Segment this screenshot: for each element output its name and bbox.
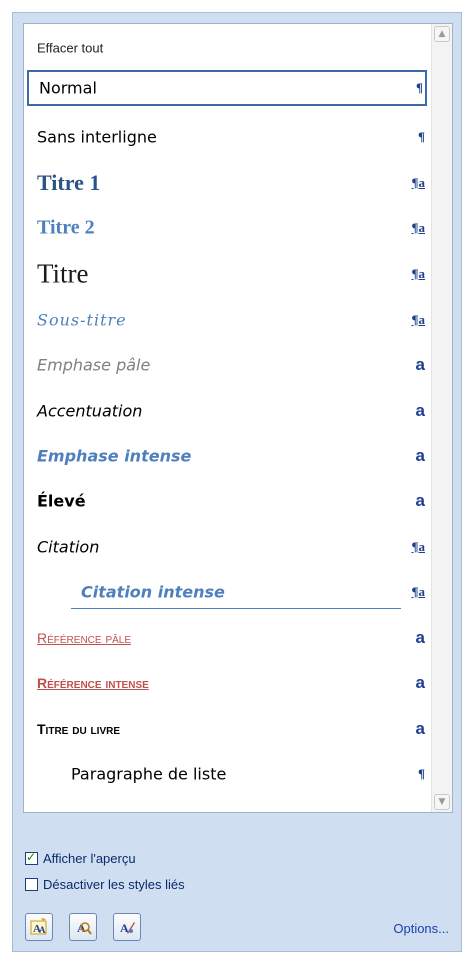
style-label: Sous-titre (37, 310, 127, 330)
style-label: Titre du livre (37, 721, 121, 737)
style-label: Paragraphe de liste (71, 764, 227, 784)
show-preview-option[interactable]: ✓ Afficher l'aperçu (25, 850, 136, 866)
svg-text:A: A (39, 925, 46, 935)
linked-style-icon: ¶a (411, 539, 425, 554)
style-label: Titre 1 (37, 170, 101, 195)
character-style-icon: a (415, 446, 425, 465)
style-item-citation-intense[interactable]: Citation intense ¶a (27, 573, 427, 611)
style-label: Référence pâle (37, 630, 132, 646)
disable-linked-styles-label: Désactiver les styles liés (43, 877, 185, 892)
character-style-icon: a (415, 491, 425, 510)
styles-list[interactable]: Effacer tout Normal ¶ Sans interligne ¶ … (23, 23, 453, 813)
style-label: Citation (37, 537, 100, 557)
paragraph-style-icon: ¶ (417, 766, 425, 781)
style-inspector-button[interactable]: A (69, 913, 97, 941)
linked-style-icon: ¶a (411, 175, 425, 190)
style-item-citation[interactable]: Citation ¶a (27, 528, 427, 566)
style-item-titre-du-livre[interactable]: Titre du livre a (27, 710, 427, 748)
paragraph-style-icon: ¶ (417, 129, 425, 144)
disable-linked-styles-option[interactable]: Désactiver les styles liés (25, 877, 185, 892)
style-item-sous-titre[interactable]: Sous-titre ¶a (27, 301, 427, 339)
style-label: Emphase intense (37, 446, 192, 466)
manage-styles-button[interactable]: A (113, 913, 141, 941)
options-link[interactable]: Options... (393, 921, 449, 936)
character-style-icon: a (415, 401, 425, 420)
new-style-icon: A A (30, 918, 47, 935)
style-label: Titre (37, 258, 89, 289)
scroll-up-icon[interactable]: ▲ (434, 26, 450, 42)
citation-underline (71, 608, 401, 609)
style-label: Référence intense (37, 675, 149, 691)
scroll-down-icon[interactable]: ▼ (434, 794, 450, 810)
character-style-icon: a (415, 673, 425, 692)
style-label: Sans interligne (37, 127, 157, 147)
manage-styles-icon: A (120, 921, 135, 935)
style-label: Élevé (37, 491, 86, 511)
new-style-button[interactable]: A A (25, 913, 53, 941)
style-item-eleve[interactable]: Élevé a (27, 482, 427, 520)
style-item-reference-intense[interactable]: Référence intense a (27, 664, 427, 702)
show-preview-label: Afficher l'aperçu (43, 851, 136, 866)
style-item-titre-1[interactable]: Titre 1 ¶a (27, 164, 427, 202)
style-item-sans-interligne[interactable]: Sans interligne ¶ (27, 118, 427, 156)
clear-all-item[interactable]: Effacer tout (27, 32, 427, 64)
style-item-accentuation[interactable]: Accentuation a (27, 392, 427, 430)
checkmark-icon: ✓ (26, 850, 37, 864)
linked-style-icon: ¶a (411, 584, 425, 599)
character-style-icon: a (415, 628, 425, 647)
style-item-titre[interactable]: Titre ¶a (27, 254, 427, 294)
style-item-normal[interactable]: Normal ¶ (27, 70, 427, 106)
style-item-paragraphe-de-liste[interactable]: Paragraphe de liste ¶ (27, 755, 427, 793)
style-label: Titre 2 (37, 216, 95, 239)
style-label: Emphase pâle (37, 355, 151, 375)
style-item-emphase-pale[interactable]: Emphase pâle a (27, 346, 427, 384)
style-label: Normal (39, 78, 97, 98)
show-preview-checkbox[interactable]: ✓ (25, 850, 38, 865)
style-label: Accentuation (37, 401, 143, 421)
style-item-reference-pale[interactable]: Référence pâle a (27, 619, 427, 657)
linked-style-icon: ¶a (411, 220, 425, 235)
vertical-scrollbar[interactable]: ▲ ▼ (431, 24, 452, 812)
linked-style-icon: ¶a (411, 312, 425, 327)
styles-pane: Effacer tout Normal ¶ Sans interligne ¶ … (12, 12, 462, 952)
disable-linked-styles-checkbox[interactable] (25, 878, 38, 891)
style-inspector-icon: A (77, 921, 92, 935)
style-item-emphase-intense[interactable]: Emphase intense a (27, 437, 427, 475)
character-style-icon: a (415, 719, 425, 738)
character-style-icon: a (415, 355, 425, 374)
paragraph-style-icon: ¶ (415, 80, 423, 95)
style-item-titre-2[interactable]: Titre 2 ¶a (27, 209, 427, 247)
linked-style-icon: ¶a (411, 266, 425, 281)
style-label: Citation intense (81, 582, 225, 602)
clear-all-label: Effacer tout (37, 40, 104, 56)
